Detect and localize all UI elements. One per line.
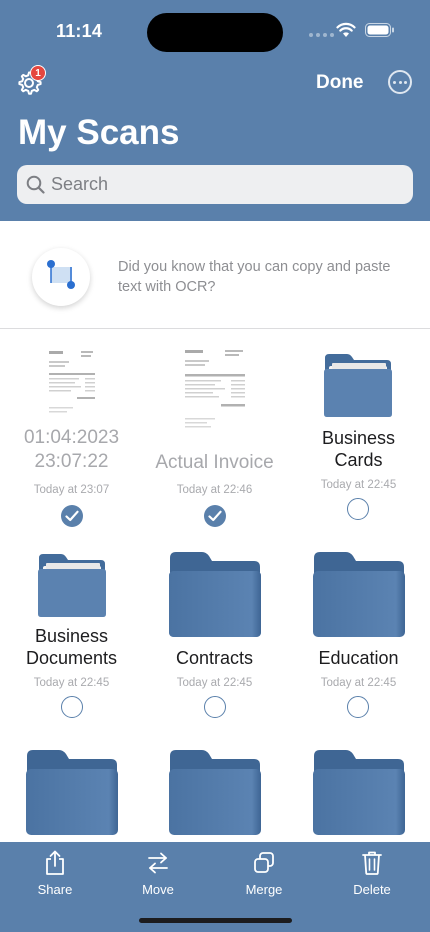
cellular-signal-icon bbox=[309, 33, 334, 37]
folder-date: Today at 22:45 bbox=[33, 677, 110, 689]
folder-item[interactable]: Contracts Today at 22:45 bbox=[143, 540, 286, 740]
settings-badge: 1 bbox=[30, 65, 46, 81]
page-title: My Scans bbox=[18, 113, 180, 152]
search-bar[interactable] bbox=[17, 165, 413, 204]
folder-icon bbox=[313, 552, 405, 637]
move-arrows-icon bbox=[148, 852, 168, 874]
folder-date: Today at 22:45 bbox=[320, 677, 397, 689]
scan-item-name: 01:04:2023 23:07:22 bbox=[23, 427, 120, 472]
done-button[interactable]: Done bbox=[316, 72, 364, 94]
selection-checkbox[interactable] bbox=[204, 696, 226, 718]
move-label: Move bbox=[142, 882, 174, 897]
selection-checkbox[interactable] bbox=[347, 696, 369, 718]
folder-name: Contracts bbox=[175, 648, 254, 668]
selection-checkbox[interactable] bbox=[347, 498, 369, 520]
selection-checkbox[interactable] bbox=[204, 505, 226, 527]
folder-item[interactable] bbox=[143, 740, 286, 842]
share-button[interactable]: Share bbox=[15, 850, 95, 897]
dynamic-island bbox=[147, 13, 283, 52]
document-thumbnail bbox=[47, 349, 97, 419]
scans-grid: 01:04:2023 23:07:22 Today at 23:07 Actua… bbox=[0, 330, 430, 842]
folder-icon bbox=[169, 750, 261, 835]
status-time: 11:14 bbox=[56, 21, 103, 41]
document-thumbnail bbox=[183, 348, 247, 438]
merge-label: Merge bbox=[245, 882, 283, 897]
folder-name: Business Documents bbox=[25, 626, 118, 668]
move-button[interactable]: Move bbox=[118, 850, 198, 897]
scan-item[interactable]: 01:04:2023 23:07:22 Today at 23:07 bbox=[0, 330, 143, 530]
ocr-tip-banner[interactable]: Did you know that you can copy and paste… bbox=[0, 221, 430, 329]
delete-button[interactable]: Delete bbox=[332, 850, 412, 897]
share-icon bbox=[46, 850, 64, 875]
ocr-tip-icon-container bbox=[32, 248, 90, 306]
more-options-icon[interactable] bbox=[388, 70, 412, 94]
folder-item[interactable]: Business Cards Today at 22:45 bbox=[287, 330, 430, 530]
folder-icon bbox=[38, 554, 106, 617]
merge-button[interactable]: Merge bbox=[224, 850, 304, 897]
folder-icon bbox=[313, 750, 405, 835]
search-icon bbox=[26, 175, 45, 194]
text-selection-icon bbox=[47, 260, 75, 289]
search-input[interactable] bbox=[51, 165, 401, 204]
folder-item[interactable]: Business Documents Today at 22:45 bbox=[0, 540, 143, 740]
share-label: Share bbox=[37, 882, 73, 897]
battery-icon bbox=[365, 23, 394, 37]
folder-icon bbox=[26, 750, 118, 835]
folder-date: Today at 22:45 bbox=[320, 479, 397, 491]
folder-icon bbox=[324, 354, 392, 417]
selection-checkbox[interactable] bbox=[61, 696, 83, 718]
merge-squares-icon bbox=[254, 852, 274, 873]
folder-date: Today at 22:45 bbox=[176, 677, 253, 689]
scan-item[interactable]: Actual Invoice Today at 22:46 bbox=[143, 330, 286, 530]
ocr-tip-text: Did you know that you can copy and paste… bbox=[118, 259, 391, 295]
header: 11:14 1 Done My Scans bbox=[0, 0, 430, 221]
scan-item-name: Actual Invoice bbox=[155, 452, 274, 473]
folder-item[interactable]: Education Today at 22:45 bbox=[287, 540, 430, 740]
folder-name: Business Cards bbox=[321, 428, 396, 470]
folder-icon bbox=[169, 552, 261, 637]
folder-item[interactable] bbox=[287, 740, 430, 842]
trash-icon bbox=[362, 851, 382, 875]
wifi-icon bbox=[336, 22, 356, 37]
status-bar: 11:14 bbox=[0, 0, 430, 62]
scan-item-date: Today at 23:07 bbox=[33, 484, 110, 496]
folder-name: Education bbox=[318, 648, 399, 668]
scan-item-date: Today at 22:46 bbox=[176, 484, 253, 496]
home-indicator[interactable] bbox=[139, 918, 292, 923]
selection-checkbox[interactable] bbox=[61, 505, 83, 527]
delete-label: Delete bbox=[353, 882, 391, 897]
folder-item[interactable] bbox=[0, 740, 143, 842]
